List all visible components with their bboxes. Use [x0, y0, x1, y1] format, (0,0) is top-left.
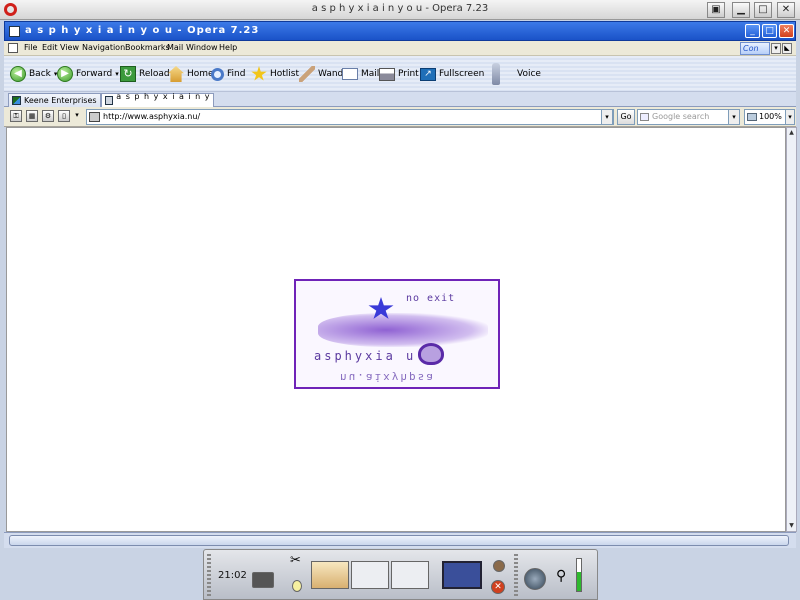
panel-grip-2[interactable] [514, 554, 518, 596]
window-maximize-button[interactable]: □ [762, 24, 777, 38]
menu-resize-icon[interactable]: ◣ [782, 43, 792, 54]
page-icon [9, 26, 20, 37]
home-icon [168, 66, 184, 82]
ink-smudge [318, 313, 488, 347]
main-toolbar: ◀ Back ▾ ▶ Forward ▾ ↻ Reload Home Find Ho… [4, 56, 796, 92]
menu-combo[interactable]: Con [740, 42, 770, 55]
desktop-3-icon[interactable] [391, 561, 429, 589]
go-button[interactable]: Go [617, 109, 635, 125]
search-dropdown-icon[interactable]: ▾ [728, 109, 740, 125]
cookie-icon[interactable]: ▦ [26, 110, 38, 122]
tab-keene-enterprises[interactable]: Keene Enterprises [8, 93, 101, 107]
hotlist-button[interactable]: Hotlist [251, 65, 299, 83]
home-button[interactable]: Home [168, 65, 214, 83]
back-arrow-icon: ◀ [10, 66, 26, 82]
outer-title-bar: a s p h y x i a i n y o u - Opera 7.23 ▣… [0, 0, 800, 20]
lightbulb-icon[interactable] [292, 580, 302, 592]
app-menu-icon[interactable]: ▣ [707, 2, 725, 18]
search-input[interactable]: Google search [637, 109, 729, 125]
stamp-heart-icon [418, 343, 444, 365]
maximize-icon[interactable]: □ [754, 2, 772, 18]
new-page-icon[interactable]: ▯ [58, 110, 70, 122]
microphone-icon [492, 63, 500, 85]
star-icon [251, 66, 267, 81]
menu-dropdown-icon[interactable]: ▾ [771, 43, 781, 54]
battery-icon[interactable] [576, 558, 582, 592]
panel-grip[interactable] [207, 554, 211, 596]
network-icon[interactable]: ⚲ [556, 568, 570, 586]
menu-view[interactable]: View [60, 43, 79, 52]
address-favicon-icon [89, 112, 100, 122]
menu-navigation[interactable]: Navigation [82, 43, 125, 52]
desktop-1-icon[interactable] [311, 561, 349, 589]
forward-button[interactable]: ▶ Forward ▾ [57, 65, 119, 83]
window-title-bar: a s p h y x i a i n y o u - Opera 7.23 _… [4, 21, 796, 41]
monitor-icon[interactable] [252, 572, 274, 588]
reload-icon: ↻ [120, 66, 136, 82]
tab-bar: Keene Enterprises a s p h y x i a i n y … [4, 92, 796, 110]
taskbar-panel: 21:02 ✂ ✕ ⚲ [203, 549, 598, 600]
opera-task-icon[interactable] [442, 561, 482, 589]
forward-arrow-icon: ▶ [57, 66, 73, 82]
scroll-up-icon[interactable]: ▲ [787, 128, 796, 138]
minimize-icon[interactable]: ▁ [732, 2, 750, 18]
find-button[interactable]: Find [211, 65, 245, 83]
stamp-image[interactable]: no exit asphyxia u nu.aixyhpsa [294, 279, 500, 389]
settings-icon[interactable]: ⚙ [42, 110, 54, 122]
desktop-2-icon[interactable] [351, 561, 389, 589]
address-field[interactable]: http://www.asphyxia.nu/ [86, 109, 614, 125]
document-icon[interactable] [8, 43, 18, 53]
close-icon[interactable]: ✕ [777, 2, 795, 18]
zoom-field[interactable]: 100% [744, 109, 786, 125]
back-button[interactable]: ◀ Back ▾ [10, 65, 57, 83]
window-title: a s p h y x i a i n y o u - Opera 7.23 [25, 25, 260, 36]
fullscreen-button[interactable]: ↗ Fullscreen [420, 65, 484, 83]
stamp-middle-text: asphyxia u [314, 349, 417, 363]
fullscreen-icon: ↗ [420, 67, 436, 81]
tools-icon[interactable]: ✂ [290, 554, 304, 568]
print-button[interactable]: Print [379, 65, 419, 83]
lock-icon[interactable]: ⚿ [10, 110, 22, 122]
globe-icon[interactable] [524, 568, 546, 590]
zoom-dropdown-icon[interactable]: ▾ [785, 109, 795, 125]
wand-icon [299, 66, 315, 82]
knob-icon[interactable] [493, 560, 505, 572]
menu-bookmarks[interactable]: Bookmarks [125, 43, 170, 52]
reload-button[interactable]: ↻ Reload [120, 65, 170, 83]
window-close-button[interactable]: ✕ [779, 24, 794, 38]
clock[interactable]: 21:02 [218, 570, 247, 581]
menu-help[interactable]: Help [219, 43, 237, 52]
window-minimize-button[interactable]: _ [745, 24, 760, 38]
envelope-icon [342, 68, 358, 80]
menu-edit[interactable]: Edit [42, 43, 58, 52]
menu-window[interactable]: Window [186, 43, 218, 52]
status-bar [4, 532, 796, 548]
voice-button[interactable]: Voice [492, 63, 541, 85]
menu-file[interactable]: File [24, 43, 37, 52]
page-content: no exit asphyxia u nu.aixyhpsa [6, 127, 786, 532]
zoom-icon [747, 113, 757, 121]
address-dropdown-icon[interactable]: ▾ [601, 109, 613, 125]
stamp-top-text: no exit [406, 293, 456, 304]
printer-icon [379, 67, 395, 81]
new-page-dropdown-icon[interactable]: ▾ [71, 110, 83, 122]
menu-bar: File Edit View Navigation Bookmarks Mail… [4, 41, 796, 56]
stamp-bottom-text: nu.aixyhpsa [340, 371, 435, 384]
menu-mail[interactable]: Mail [167, 43, 183, 52]
outer-window-title: a s p h y x i a i n y o u - Opera 7.23 [311, 3, 489, 14]
tab-asphyxiainyou[interactable]: a s p h y x i a i n y ... [101, 92, 214, 110]
scroll-down-icon[interactable]: ▼ [787, 521, 796, 531]
wand-button[interactable]: Wand [299, 65, 343, 83]
page-favicon-icon [105, 96, 114, 105]
address-toolbar: ⚿ ▦ ⚙ ▯ ▾ http://www.asphyxia.nu/ ▾ Go G… [4, 107, 796, 127]
site-icon [12, 96, 21, 105]
status-field [9, 535, 789, 546]
search-engine-icon [640, 113, 649, 121]
mail-button[interactable]: Mail [342, 65, 379, 83]
vertical-scrollbar[interactable]: ▲ ▼ [786, 127, 797, 532]
logout-icon[interactable]: ✕ [491, 580, 505, 594]
magnifier-icon [211, 67, 224, 81]
